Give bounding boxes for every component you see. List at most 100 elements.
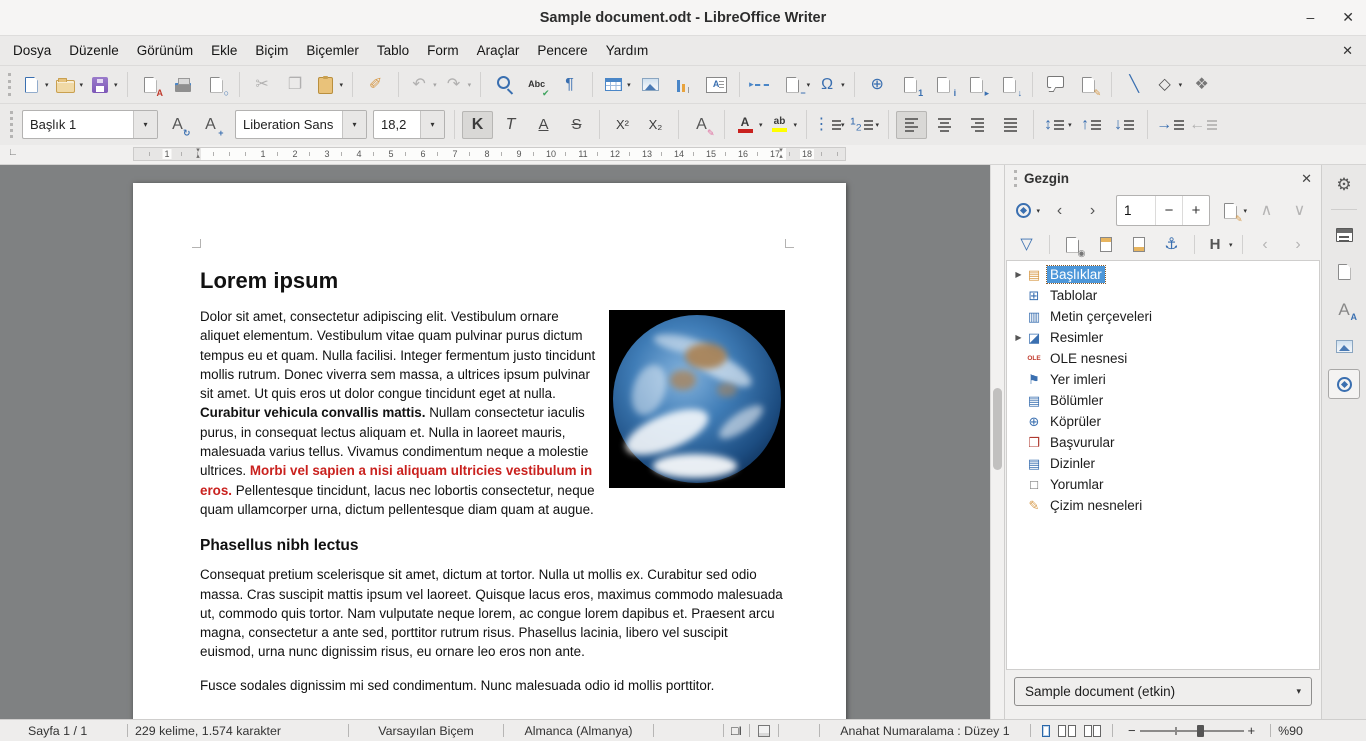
open-button[interactable]: ▾ bbox=[53, 71, 86, 99]
save-status-icon[interactable] bbox=[757, 724, 771, 738]
menu-duzenle[interactable]: Düzenle bbox=[60, 39, 128, 62]
navigate-by-button-dropdown[interactable]: ▾ bbox=[1036, 207, 1040, 215]
footer-button[interactable] bbox=[1123, 231, 1154, 259]
page-count-status[interactable]: Sayfa 1 / 1 bbox=[28, 724, 120, 738]
insert-field-button-dropdown[interactable]: ▾ bbox=[807, 81, 811, 89]
insert-chart-button[interactable] bbox=[668, 71, 699, 99]
redo-button-dropdown[interactable]: ▾ bbox=[468, 81, 472, 89]
highlight-color-button[interactable]: ab▾ bbox=[767, 111, 800, 139]
horizontal-ruler[interactable]: 1123456789101112131415161718 ▾▴ ▾▴ bbox=[133, 147, 846, 161]
insert-line-button[interactable]: ╲ bbox=[1119, 71, 1150, 99]
clear-formatting-button[interactable]: A✎ bbox=[686, 111, 717, 139]
page-number-input[interactable]: 1 bbox=[1117, 196, 1155, 225]
content-navigation-view-button[interactable]: ◉ bbox=[1057, 231, 1088, 259]
insert-table-button-dropdown[interactable]: ▾ bbox=[627, 81, 631, 89]
drag-mode-button[interactable]: ✎▾ bbox=[1218, 197, 1249, 225]
undo-button-dropdown[interactable]: ▾ bbox=[433, 81, 437, 89]
find-replace-button[interactable] bbox=[488, 71, 519, 99]
menu-dosya[interactable]: Dosya bbox=[4, 39, 60, 62]
zoom-value-status[interactable]: %90 bbox=[1278, 724, 1303, 738]
gallery-tab[interactable] bbox=[1329, 332, 1359, 360]
menu-bicemler[interactable]: Biçemler bbox=[297, 39, 368, 62]
panel-grip[interactable] bbox=[1014, 170, 1017, 187]
open-button-dropdown[interactable]: ▾ bbox=[80, 81, 84, 89]
right-indent-marker[interactable]: ▾▴ bbox=[776, 148, 786, 160]
font-size-dropdown[interactable]: ▾ bbox=[420, 111, 444, 138]
anchor-button[interactable]: ⚓ bbox=[1156, 231, 1187, 259]
align-justify-button[interactable] bbox=[995, 111, 1026, 139]
line-spacing-button[interactable]: ↕▾ bbox=[1041, 111, 1074, 139]
menu-gorunum[interactable]: Görünüm bbox=[128, 39, 202, 62]
close-button[interactable]: ✕ bbox=[1342, 9, 1354, 26]
update-style-button[interactable]: A↻ bbox=[162, 111, 193, 139]
strikethrough-button[interactable]: S bbox=[561, 111, 592, 139]
paste-button[interactable]: ▾ bbox=[313, 71, 346, 99]
styles-tab[interactable]: AA bbox=[1329, 295, 1359, 323]
navigator-item-yer-imleri[interactable]: ⚑Yer imleri bbox=[1007, 369, 1319, 390]
basic-shapes-button-dropdown[interactable]: ▾ bbox=[1179, 81, 1183, 89]
navigator-item-bolumler[interactable]: ▤Bölümler bbox=[1007, 390, 1319, 411]
active-document-select[interactable]: Sample document (etkin) ▾ bbox=[1014, 677, 1312, 706]
insert-textbox-button[interactable]: A bbox=[701, 71, 732, 99]
basic-shapes-button[interactable]: ◇▾ bbox=[1152, 71, 1185, 99]
expand-arrow-icon[interactable]: ▶ bbox=[1012, 333, 1025, 342]
menu-araclar[interactable]: Araçlar bbox=[468, 39, 529, 62]
increase-indent-button[interactable]: → bbox=[1155, 111, 1186, 139]
navigator-item-tablolar[interactable]: ⊞Tablolar bbox=[1007, 285, 1319, 306]
navigator-item-basvurular[interactable]: ❐Başvurular bbox=[1007, 432, 1319, 453]
align-right-button[interactable] bbox=[962, 111, 993, 139]
document-area[interactable]: Lorem ipsum bbox=[0, 165, 990, 719]
menu-bicim[interactable]: Biçim bbox=[246, 39, 297, 62]
navigator-item-resimler[interactable]: ▶◪Resimler bbox=[1007, 327, 1319, 348]
print-preview-button[interactable]: ○ bbox=[201, 71, 232, 99]
navigator-close-button[interactable]: ✕ bbox=[1301, 171, 1312, 187]
insert-comment-button[interactable] bbox=[1040, 71, 1071, 99]
new-document-button[interactable]: ▾ bbox=[18, 71, 51, 99]
close-document-button[interactable]: ✕ bbox=[1342, 43, 1353, 59]
save-button-dropdown[interactable]: ▾ bbox=[114, 81, 118, 89]
zoom-in-button[interactable]: + bbox=[1244, 723, 1260, 738]
toolbar-grip[interactable] bbox=[10, 111, 13, 138]
menu-pencere[interactable]: Pencere bbox=[528, 39, 596, 62]
new-document-button-dropdown[interactable]: ▾ bbox=[45, 81, 49, 89]
menu-ekle[interactable]: Ekle bbox=[202, 39, 246, 62]
print-button[interactable] bbox=[168, 71, 199, 99]
hyperlink-button[interactable]: ⊕ bbox=[862, 71, 893, 99]
navigator-item-cizim-nesneleri[interactable]: ✎Çizim nesneleri bbox=[1007, 495, 1319, 516]
drag-mode-button-dropdown[interactable]: ▾ bbox=[1243, 207, 1247, 215]
unordered-list-button[interactable]: ⋮▾ bbox=[814, 111, 847, 139]
ordered-list-button[interactable]: ¹₂▾ bbox=[849, 111, 882, 139]
font-name-combo[interactable]: Liberation Sans ▾ bbox=[235, 110, 367, 139]
zoom-slider[interactable]: − + bbox=[1124, 723, 1259, 738]
align-left-button[interactable] bbox=[896, 111, 927, 139]
insert-footnote-button[interactable]: 1 bbox=[895, 71, 926, 99]
unordered-list-button-dropdown[interactable]: ▾ bbox=[841, 121, 845, 129]
navigate-by-button[interactable]: ▾ bbox=[1011, 197, 1042, 225]
font-color-button-dropdown[interactable]: ▾ bbox=[759, 121, 763, 129]
left-indent-marker[interactable]: ▾▴ bbox=[193, 148, 203, 160]
superscript-button[interactable]: X² bbox=[607, 111, 638, 139]
scrollbar-thumb[interactable] bbox=[993, 388, 1002, 470]
font-name-dropdown[interactable]: ▾ bbox=[342, 111, 366, 138]
zoom-out-button[interactable]: − bbox=[1124, 723, 1140, 738]
sidebar-settings-tab[interactable]: ⚙ bbox=[1329, 170, 1359, 198]
menu-form[interactable]: Form bbox=[418, 39, 468, 62]
subscript-button[interactable]: X₂ bbox=[640, 111, 671, 139]
show-draw-functions-button[interactable]: ❖ bbox=[1186, 71, 1217, 99]
zoom-thumb[interactable] bbox=[1197, 725, 1204, 737]
navigator-tab[interactable] bbox=[1328, 369, 1360, 399]
tab-stop-selector[interactable]: ∟ bbox=[8, 147, 18, 158]
ordered-list-button-dropdown[interactable]: ▾ bbox=[876, 121, 880, 129]
header-button[interactable] bbox=[1090, 231, 1121, 259]
italic-button[interactable]: T bbox=[495, 111, 526, 139]
menu-tablo[interactable]: Tablo bbox=[368, 39, 418, 62]
navigator-item-dizinler[interactable]: ▤Dizinler bbox=[1007, 453, 1319, 474]
menu-yardim[interactable]: Yardım bbox=[597, 39, 658, 62]
navigator-item-basliklar[interactable]: ▶▤Başlıklar bbox=[1007, 264, 1319, 285]
font-color-button[interactable]: A▾ bbox=[732, 111, 765, 139]
spelling-button[interactable]: Abc✔ bbox=[521, 71, 552, 99]
cross-reference-button[interactable]: ↓ bbox=[994, 71, 1025, 99]
heading-levels-button[interactable]: H▾ bbox=[1202, 231, 1235, 259]
line-spacing-button-dropdown[interactable]: ▾ bbox=[1068, 121, 1072, 129]
clone-formatting-button[interactable]: ✐ bbox=[360, 71, 391, 99]
